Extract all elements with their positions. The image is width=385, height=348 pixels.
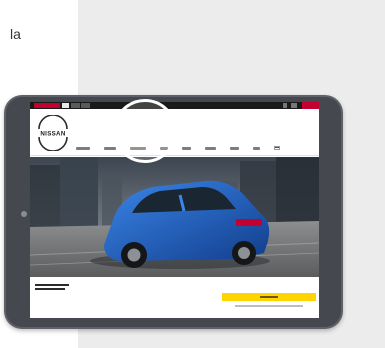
utility-link[interactable] <box>34 103 60 108</box>
caption-text: la <box>10 26 21 42</box>
play-icon <box>139 119 161 147</box>
cta-subtext <box>235 305 303 307</box>
promo-headline <box>35 284 69 286</box>
utility-link[interactable] <box>291 103 297 108</box>
brand-name: NISSAN <box>40 131 65 138</box>
nav-item[interactable] <box>104 146 116 150</box>
utility-link[interactable] <box>283 103 287 108</box>
hero-image <box>30 157 319 277</box>
nav-item[interactable] <box>205 146 216 150</box>
cta-label <box>260 296 278 298</box>
utility-cta[interactable] <box>302 102 319 109</box>
us-flag-icon[interactable] <box>274 146 280 150</box>
nav-item[interactable] <box>182 146 191 150</box>
utility-link[interactable] <box>81 103 90 108</box>
nav-item[interactable] <box>253 146 260 150</box>
utility-link[interactable] <box>71 103 80 108</box>
promo-headline <box>35 288 65 290</box>
nav-item[interactable] <box>230 146 239 150</box>
utility-link[interactable] <box>62 103 69 108</box>
camera-dot-icon <box>21 211 27 217</box>
main-nav <box>76 145 280 151</box>
nissan-logo[interactable]: NISSAN <box>34 115 72 151</box>
nav-item[interactable] <box>76 146 90 150</box>
utility-bar <box>30 102 319 109</box>
cta-button[interactable] <box>222 293 316 301</box>
video-play-button[interactable] <box>113 99 177 163</box>
promo-section <box>30 278 319 318</box>
